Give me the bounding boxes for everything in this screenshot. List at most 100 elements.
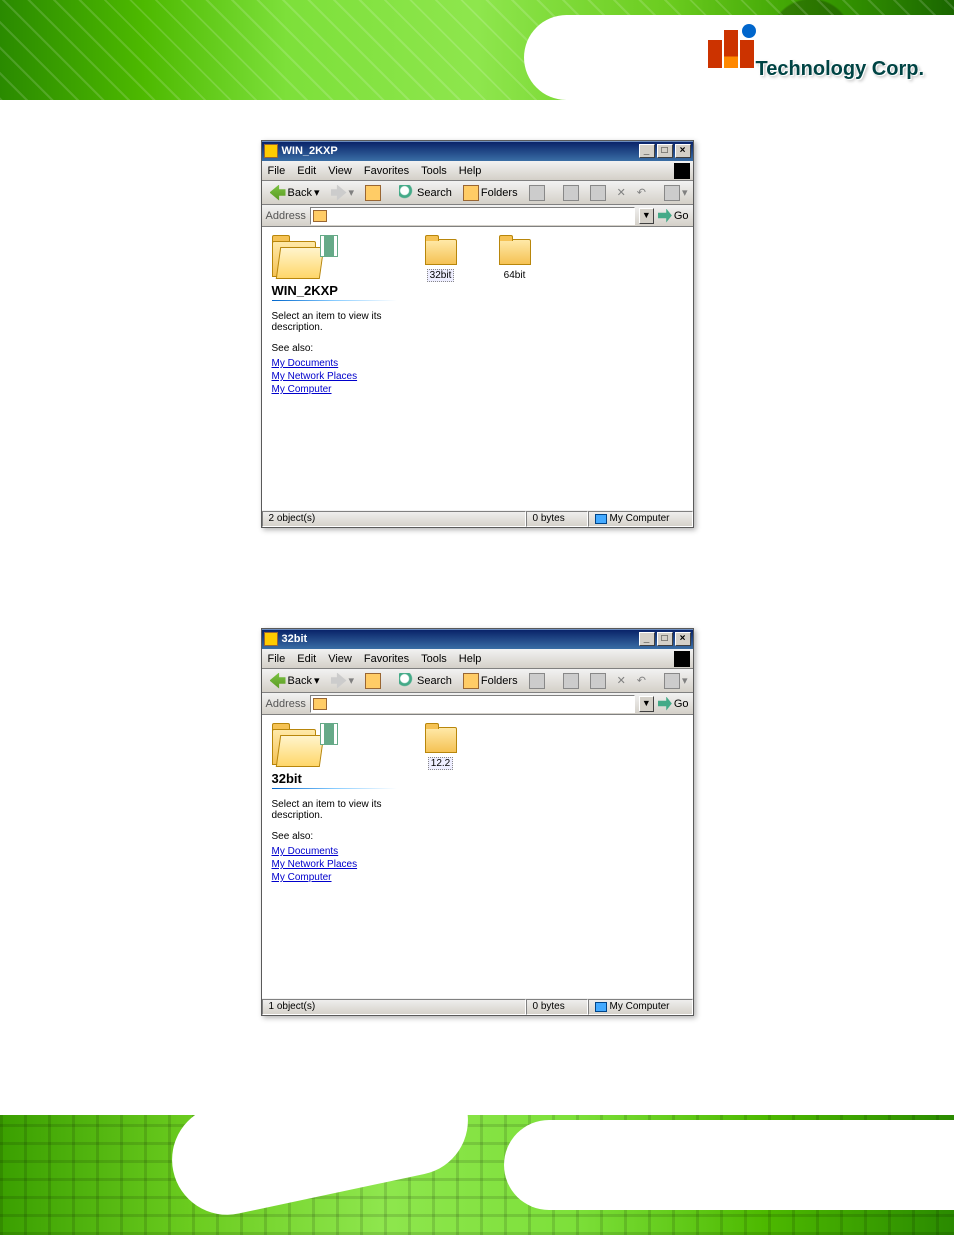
close-button[interactable]: × — [675, 632, 691, 646]
back-button[interactable]: Back ▾ — [266, 672, 324, 690]
status-bytes: 0 bytes — [526, 999, 588, 1015]
address-input[interactable] — [310, 207, 635, 225]
folders-icon — [463, 673, 479, 689]
toolbar: Back ▾ ▾ Search Folders ✕ ↶ ▾ — [262, 669, 693, 693]
window-title: 32bit — [282, 633, 637, 645]
status-objects: 1 object(s) — [262, 999, 526, 1015]
views-icon — [664, 185, 680, 201]
address-label: Address — [266, 210, 306, 222]
up-button[interactable] — [361, 184, 385, 202]
computer-icon — [595, 514, 607, 524]
search-button[interactable]: Search — [395, 672, 456, 690]
moveto-button[interactable] — [559, 672, 583, 690]
banner-swoosh — [162, 1115, 478, 1225]
divider — [272, 300, 397, 301]
folder-label: 32bit — [427, 269, 455, 282]
moveto-icon — [563, 185, 579, 201]
views-button[interactable]: ▾ — [660, 184, 692, 202]
delete-button[interactable]: ✕ — [613, 673, 630, 688]
copyto-icon — [590, 185, 606, 201]
close-button[interactable]: × — [675, 144, 691, 158]
link-my-documents[interactable]: My Documents — [272, 358, 397, 369]
folders-button[interactable]: Folders — [459, 184, 522, 202]
search-icon — [399, 673, 415, 689]
titlebar[interactable]: 32bit _ □ × — [262, 629, 693, 649]
status-location: My Computer — [588, 999, 693, 1015]
copyto-icon — [590, 673, 606, 689]
up-button[interactable] — [361, 672, 385, 690]
link-network-places[interactable]: My Network Places — [272, 859, 397, 870]
history-button[interactable] — [525, 184, 549, 202]
undo-button[interactable]: ↶ — [633, 673, 650, 688]
address-dropdown[interactable]: ▼ — [639, 696, 654, 712]
status-bytes: 0 bytes — [526, 511, 588, 527]
link-my-documents[interactable]: My Documents — [272, 846, 397, 857]
minimize-button[interactable]: _ — [639, 144, 655, 158]
folder-item[interactable]: 12.2 — [416, 727, 466, 770]
menu-edit[interactable]: Edit — [297, 653, 316, 665]
folder-icon — [313, 698, 327, 710]
copyto-button[interactable] — [586, 672, 610, 690]
menu-tools[interactable]: Tools — [421, 653, 447, 665]
folder-name: 32bit — [272, 771, 397, 786]
go-button[interactable]: Go — [658, 697, 689, 711]
see-also-label: See also: — [272, 831, 397, 842]
views-button[interactable]: ▾ — [660, 672, 692, 690]
back-button[interactable]: Back ▾ — [266, 184, 324, 202]
menu-file[interactable]: File — [268, 653, 286, 665]
menubar: File Edit View Favorites Tools Help — [262, 161, 693, 181]
folder-name: WIN_2KXP — [272, 283, 397, 298]
folder-icon — [425, 727, 457, 753]
iei-logo — [708, 30, 754, 68]
menu-favorites[interactable]: Favorites — [364, 653, 409, 665]
folder-icon — [264, 632, 278, 646]
windows-logo-icon — [674, 163, 690, 179]
menu-help[interactable]: Help — [459, 653, 482, 665]
folders-button[interactable]: Folders — [459, 672, 522, 690]
folder-item[interactable]: 64bit — [490, 239, 540, 282]
status-objects: 2 object(s) — [262, 511, 526, 527]
menu-favorites[interactable]: Favorites — [364, 165, 409, 177]
top-banner: Technology Corp. — [0, 0, 954, 100]
link-network-places[interactable]: My Network Places — [272, 371, 397, 382]
forward-button[interactable]: ▾ — [327, 672, 359, 690]
link-my-computer[interactable]: My Computer — [272, 384, 397, 395]
forward-icon — [331, 185, 347, 201]
menu-help[interactable]: Help — [459, 165, 482, 177]
search-button[interactable]: Search — [395, 184, 456, 202]
history-button[interactable] — [525, 672, 549, 690]
folder-icon — [313, 210, 327, 222]
file-area[interactable]: 12.2 — [412, 715, 693, 782]
back-icon — [270, 673, 286, 689]
folder-icon — [499, 239, 531, 265]
titlebar[interactable]: WIN_2KXP _ □ × — [262, 141, 693, 161]
history-icon — [529, 185, 545, 201]
menu-view[interactable]: View — [328, 653, 352, 665]
windows-logo-icon — [674, 651, 690, 667]
maximize-button[interactable]: □ — [657, 632, 673, 646]
addressbar: Address ▼ Go — [262, 205, 693, 227]
delete-button[interactable]: ✕ — [613, 185, 630, 200]
copyto-button[interactable] — [586, 184, 610, 202]
menu-view[interactable]: View — [328, 165, 352, 177]
select-hint: Select an item to view its description. — [272, 311, 397, 333]
forward-button[interactable]: ▾ — [327, 184, 359, 202]
explorer-window-2: 32bit _ □ × File Edit View Favorites Too… — [261, 628, 694, 1016]
folder-item[interactable]: 32bit — [416, 239, 466, 282]
see-also-label: See also: — [272, 343, 397, 354]
menu-edit[interactable]: Edit — [297, 165, 316, 177]
link-my-computer[interactable]: My Computer — [272, 872, 397, 883]
undo-button[interactable]: ↶ — [633, 185, 650, 200]
search-icon — [399, 185, 415, 201]
minimize-button[interactable]: _ — [639, 632, 655, 646]
maximize-button[interactable]: □ — [657, 144, 673, 158]
menu-tools[interactable]: Tools — [421, 165, 447, 177]
file-area[interactable]: 32bit 64bit — [412, 227, 693, 294]
go-button[interactable]: Go — [658, 209, 689, 223]
address-dropdown[interactable]: ▼ — [639, 208, 654, 224]
menu-file[interactable]: File — [268, 165, 286, 177]
views-icon — [664, 673, 680, 689]
address-input[interactable] — [310, 695, 635, 713]
window-title: WIN_2KXP — [282, 145, 637, 157]
moveto-button[interactable] — [559, 184, 583, 202]
